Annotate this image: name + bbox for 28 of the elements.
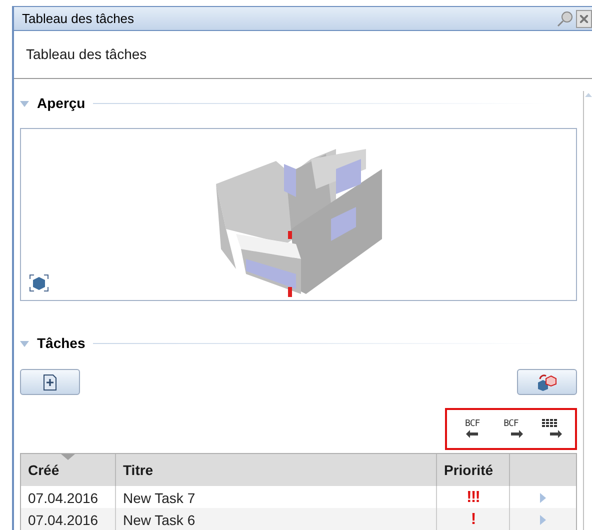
cubes-icon xyxy=(536,373,558,391)
open-arrow-icon[interactable] xyxy=(540,493,546,503)
bcf-export-button[interactable]: BCF xyxy=(498,415,523,443)
window-title: Tableau des tâches xyxy=(22,10,134,28)
table-icon xyxy=(542,419,558,429)
new-task-button[interactable] xyxy=(20,369,80,395)
section-heading: Aperçu xyxy=(37,94,86,113)
table-cell: New Task 6 xyxy=(116,508,437,530)
open-arrow-icon[interactable] xyxy=(540,515,546,525)
priority-marker: ! xyxy=(470,510,476,530)
zoom-extents-icon[interactable] xyxy=(29,274,49,292)
arrow-left-icon xyxy=(466,429,478,439)
scrollbar[interactable] xyxy=(583,91,592,530)
close-icon xyxy=(580,14,588,22)
arrow-right-icon xyxy=(550,429,562,439)
section-heading: Tâches xyxy=(37,334,86,353)
priority-marker: !!! xyxy=(466,488,480,508)
new-document-icon xyxy=(43,374,57,390)
collapse-icon[interactable] xyxy=(20,100,29,106)
table-cell: 07.04.2016 xyxy=(21,508,116,530)
bcf-import-button[interactable]: BCF xyxy=(460,415,484,443)
collapse-icon[interactable] xyxy=(20,340,29,346)
panel-title: Tableau des tâches xyxy=(26,45,147,64)
sort-indicator-icon[interactable] xyxy=(61,454,75,460)
arrow-right-icon xyxy=(510,429,523,439)
sync-model-button[interactable] xyxy=(517,369,577,395)
close-button[interactable] xyxy=(576,10,592,28)
scroll-up-icon[interactable] xyxy=(584,93,592,97)
